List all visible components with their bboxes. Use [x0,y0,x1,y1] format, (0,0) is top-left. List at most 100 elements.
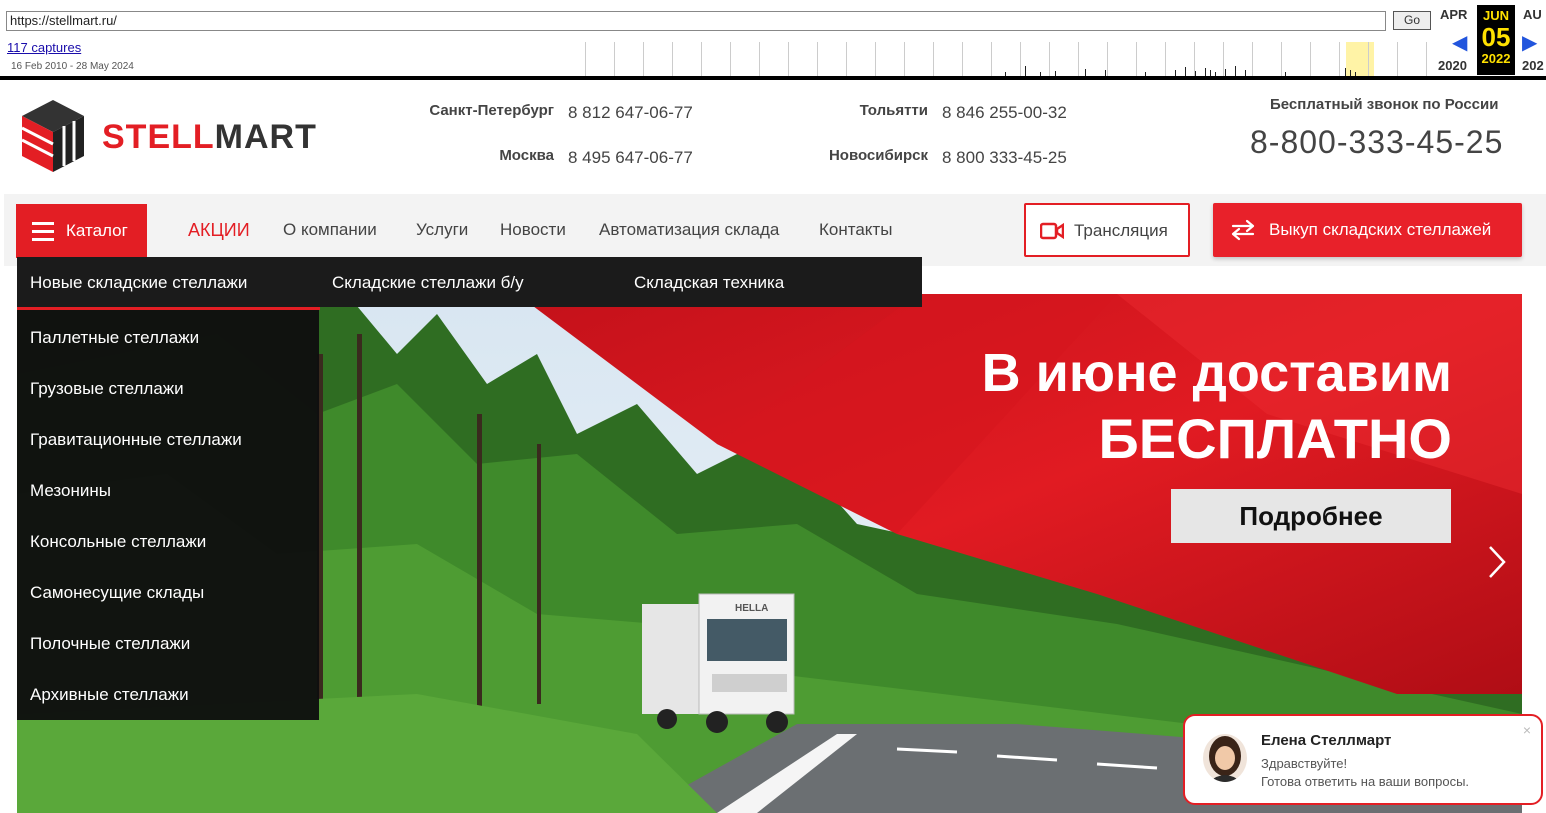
wayback-prev-month[interactable]: APR [1440,7,1467,22]
timeline-year-divider [1136,42,1137,76]
close-icon[interactable]: × [1523,722,1531,738]
wayback-cur-day: 05 [1481,22,1511,52]
catalog-button[interactable]: Каталог [16,204,147,258]
chat-widget[interactable]: Елена Стеллмарт Здравствуйте! Готова отв… [1183,714,1543,805]
timeline-year-divider [1078,42,1079,76]
timeline-capture-tick [1350,70,1351,76]
phone-number-spb[interactable]: 8 812 647-06-77 [568,103,693,123]
timeline-capture-tick [1005,72,1006,76]
nav-link-news[interactable]: Новости [500,220,566,240]
timeline-year-divider [643,42,644,76]
chat-message: Готова ответить на ваши вопросы. [1261,774,1470,789]
timeline-year-divider [614,42,615,76]
logo-text-red: STELL [102,118,215,156]
nav-link-services[interactable]: Услуги [416,220,468,240]
wayback-prev-arrow-icon[interactable]: ◀ [1452,30,1467,55]
catalog-item-shelf[interactable]: Полочные стеллажи [30,634,190,654]
catalog-item-gravity[interactable]: Гравитационные стеллажи [30,430,242,450]
phone-number-msk[interactable]: 8 495 647-06-77 [568,148,693,168]
catalog-item-cargo[interactable]: Грузовые стеллажи [30,379,184,399]
timeline-year-divider [1020,42,1021,76]
catalog-menu-list: Паллетные стеллажи Грузовые стеллажи Гра… [17,310,319,720]
timeline-year-divider [1310,42,1311,76]
timeline-year-divider [817,42,818,76]
stream-button[interactable]: Трансляция [1024,203,1190,257]
wayback-cur-month: JUN [1482,8,1509,23]
truck-brand-label: HELLA [735,603,768,614]
wayback-go-button[interactable]: Go [1393,11,1431,30]
buyback-button[interactable]: Выкуп складских стеллажей [1213,203,1522,257]
timeline-year-divider [1368,42,1369,76]
timeline-capture-tick [1355,72,1356,76]
logo-text-dark: MART [214,118,317,156]
nav-link-automation[interactable]: Автоматизация склада [599,220,779,240]
timeline-year-divider [788,42,789,76]
timeline-year-divider [1223,42,1224,76]
hero-more-button[interactable]: Подробнее [1171,489,1451,543]
timeline-capture-tick [1215,72,1216,76]
catalog-item-pallet[interactable]: Паллетные стеллажи [30,328,199,348]
timeline-capture-tick [1345,68,1346,76]
catalog-item-selfsupport[interactable]: Самонесущие склады [30,583,204,603]
phone-city-msk: Москва [499,147,554,164]
timeline-capture-tick [1185,67,1186,76]
nav-link-contacts[interactable]: Контакты [819,220,892,240]
phone-city-tlt: Тольятти [859,102,928,119]
timeline-capture-tick [1205,68,1206,76]
phone-number-tlt[interactable]: 8 846 255-00-32 [942,103,1067,123]
timeline-capture-tick [1235,66,1236,76]
catalog-item-archive[interactable]: Архивные стеллажи [30,685,189,705]
wayback-prev-year[interactable]: 2020 [1438,58,1467,73]
wayback-timeline[interactable] [585,40,1430,76]
timeline-year-divider [701,42,702,76]
catalog-label: Каталог [66,221,128,240]
catalog-tab-equipment[interactable]: Складская техника [634,273,784,293]
timeline-capture-tick [1055,71,1056,76]
exchange-arrows-icon [1231,219,1255,241]
hero-headline-line2: БЕСПЛАТНО [1098,407,1452,470]
timeline-year-divider [1252,42,1253,76]
catalog-tab-used[interactable]: Складские стеллажи б/у [332,273,524,293]
wayback-captures-link[interactable]: 117 captures [7,40,81,55]
free-call-number[interactable]: 8-800-333-45-25 [1250,124,1503,161]
nav-link-about[interactable]: О компании [283,220,377,240]
catalog-item-cantilever[interactable]: Консольные стеллажи [30,532,206,552]
catalog-menu-tabs: Новые складские стеллажи Складские стелл… [17,257,922,310]
wayback-next-year[interactable]: 202 [1522,58,1544,73]
phone-city-spb: Санкт-Петербург [429,102,554,119]
site-header: STELLMART Санкт-Петербург 8 812 647-06-7… [4,84,1546,194]
timeline-year-divider [1397,42,1398,76]
timeline-year-divider [1165,42,1166,76]
timeline-year-divider [672,42,673,76]
timeline-capture-tick [1195,71,1196,76]
timeline-year-divider [962,42,963,76]
wayback-next-month[interactable]: AU [1523,7,1542,22]
timeline-capture-tick [1285,72,1286,76]
timeline-year-divider [1107,42,1108,76]
timeline-year-divider [759,42,760,76]
timeline-capture-tick [1040,72,1041,76]
timeline-capture-tick [1210,70,1211,76]
operator-avatar [1203,734,1247,782]
timeline-year-divider [1049,42,1050,76]
timeline-capture-tick [1145,72,1146,76]
chevron-right-icon[interactable] [1485,544,1509,580]
chat-greeting: Здравствуйте! [1261,756,1348,771]
wayback-toolbar: https://stellmart.ru/ Go 117 captures 16… [0,0,1546,80]
catalog-item-mezzanine[interactable]: Мезонины [30,481,111,501]
wayback-next-arrow-icon[interactable]: ▶ [1522,30,1537,55]
catalog-tab-new[interactable]: Новые складские стеллажи [30,273,247,293]
timeline-year-divider [846,42,847,76]
buyback-label: Выкуп складских стеллажей [1269,220,1492,239]
stream-label: Трансляция [1074,221,1168,240]
wayback-url-input[interactable]: https://stellmart.ru/ [6,11,1386,31]
phone-number-nsk[interactable]: 8 800 333-45-25 [942,148,1067,168]
wayback-date-range: 16 Feb 2010 - 28 May 2024 [11,61,134,72]
video-camera-icon [1040,222,1064,240]
timeline-capture-tick [1225,69,1226,76]
phone-city-nsk: Новосибирск [828,147,928,164]
stellmart-logo[interactable]: STELLMART [20,98,360,174]
timeline-year-divider [933,42,934,76]
nav-link-promo[interactable]: АКЦИИ [188,220,250,241]
timeline-year-divider [904,42,905,76]
